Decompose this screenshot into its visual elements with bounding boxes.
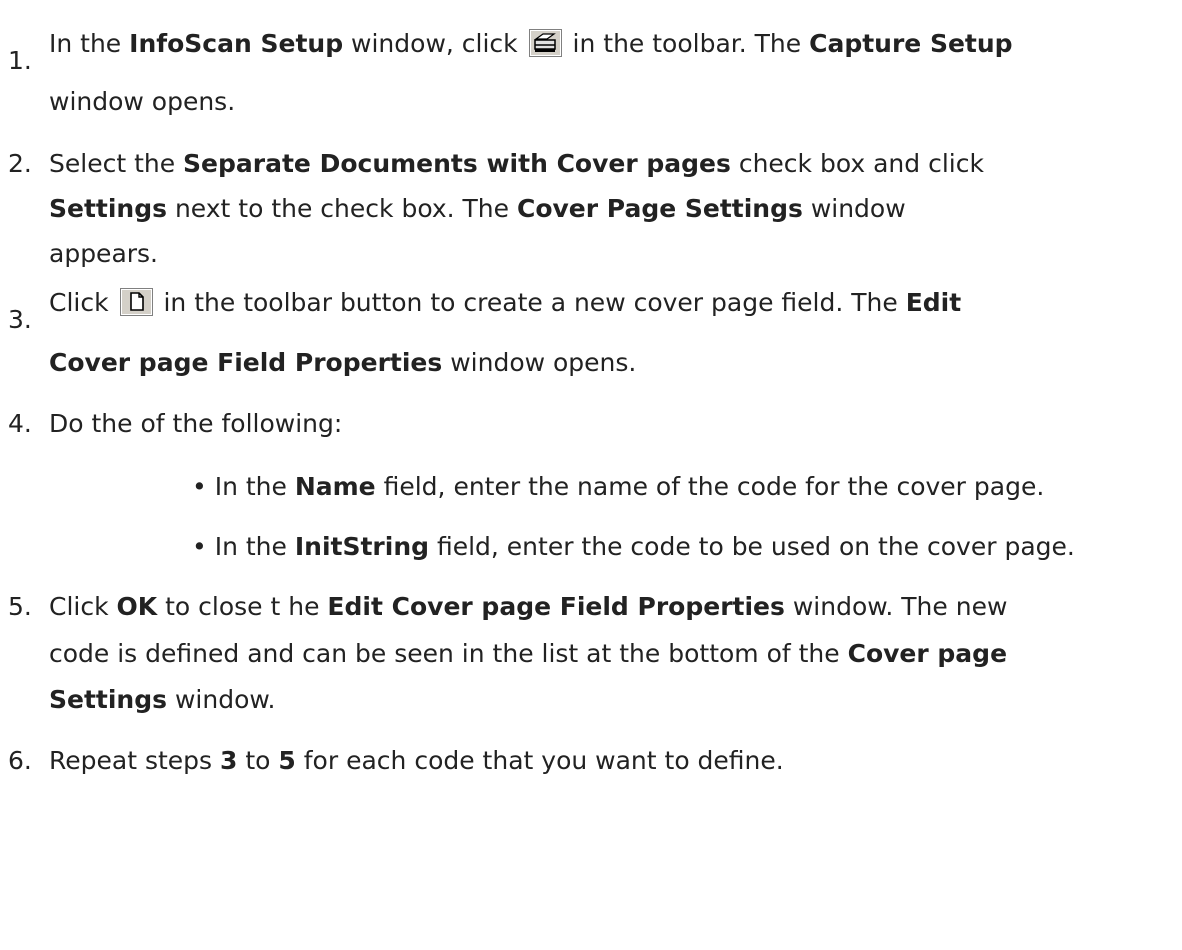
step-2-line-3: appears. <box>49 239 159 268</box>
step-1-line-2: window opens. <box>49 87 236 116</box>
list-item: • In the InitString field, enter the cod… <box>192 532 1075 561</box>
new-page-icon[interactable] <box>119 288 153 316</box>
step-6-line-1: Repeat steps 3 to 5 for each code that y… <box>49 746 784 775</box>
scanner-icon[interactable] <box>528 29 562 57</box>
step-5-line-2: code is defined and can be seen in the l… <box>49 639 1008 668</box>
step-number: 4. <box>8 409 32 438</box>
step-2-line-1: Select the Separate Documents with Cover… <box>49 149 984 178</box>
step-5-line-3: Settings window. <box>49 685 276 714</box>
bullet: • <box>192 532 207 561</box>
step-4-line-1: Do the of the following: <box>49 409 343 438</box>
step-number: 6. <box>8 746 32 775</box>
step-number: 3. <box>8 305 32 334</box>
instruction-page: 1. In the InfoScan Setup window, click i… <box>0 0 1182 950</box>
step-3-line-1: Click in the toolbar button to create a … <box>49 288 962 317</box>
bullet: • <box>192 472 207 501</box>
step-number: 5. <box>8 592 32 621</box>
step-number: 2. <box>8 149 32 178</box>
step-1-line-1: In the InfoScan Setup window, click in t… <box>49 29 1013 58</box>
step-3-line-2: Cover page Field Properties window opens… <box>49 348 637 377</box>
step-number: 1. <box>8 46 32 75</box>
step-5-line-1: Click OK to close t he Edit Cover page F… <box>49 592 1008 621</box>
list-item: • In the Name field, enter the name of t… <box>192 472 1045 501</box>
step-2-line-2: Settings next to the check box. The Cove… <box>49 194 906 223</box>
